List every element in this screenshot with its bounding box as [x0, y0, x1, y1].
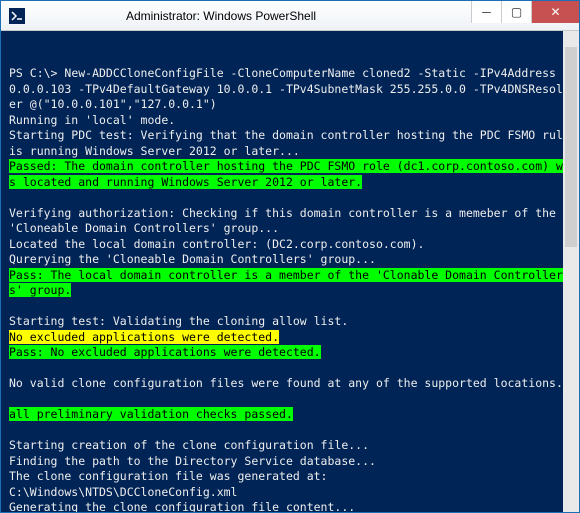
output-line: Located the local domain controller: (DC…	[9, 237, 424, 251]
output-line: C:\Windows\NTDS\DCCloneConfig.xml	[9, 485, 237, 499]
warn-line: No excluded applications were detected.	[9, 330, 279, 344]
pass-line: all preliminary validation checks passed…	[9, 407, 293, 421]
command-text: New-ADDCCloneConfigFile -CloneComputerNa…	[9, 66, 570, 111]
output-line: Starting test: Validating the cloning al…	[9, 314, 348, 328]
output-line: Generating the clone configuration file …	[9, 500, 355, 512]
maximize-button[interactable]: ▢	[501, 1, 531, 23]
minimize-button[interactable]: ─	[471, 1, 501, 23]
pass-line: Passed: The domain controller hosting th…	[9, 159, 570, 189]
window-title: Administrator: Windows PowerShell	[0, 9, 471, 23]
output-line: No valid clone configuration files were …	[9, 376, 563, 390]
output-line: Verifying authorization: Checking if thi…	[9, 206, 563, 236]
close-button[interactable]: ✕	[531, 1, 579, 23]
output-line: The clone configuration file was generat…	[9, 469, 328, 483]
output-line: Starting PDC test: Verifying that the do…	[9, 128, 577, 158]
titlebar[interactable]: Administrator: Windows PowerShell ─ ▢ ✕	[1, 1, 579, 31]
window-controls: ─ ▢ ✕	[471, 1, 579, 23]
pass-line: Pass: No excluded applications were dete…	[9, 345, 321, 359]
output-line: Running in 'local' mode.	[9, 113, 175, 127]
console-output[interactable]: PS C:\> New-ADDCCloneConfigFile -CloneCo…	[1, 31, 579, 512]
output-line: Starting creation of the clone configura…	[9, 438, 369, 452]
prompt: PS C:\>	[9, 66, 64, 80]
pass-line: Pass: The local domain controller is a m…	[9, 268, 563, 298]
output-line: Finding the path to the Directory Servic…	[9, 454, 376, 468]
scrollbar-thumb[interactable]	[565, 47, 577, 247]
output-line: Qurerying the 'Cloneable Domain Controll…	[9, 252, 376, 266]
powershell-window: Administrator: Windows PowerShell ─ ▢ ✕ …	[0, 0, 580, 513]
